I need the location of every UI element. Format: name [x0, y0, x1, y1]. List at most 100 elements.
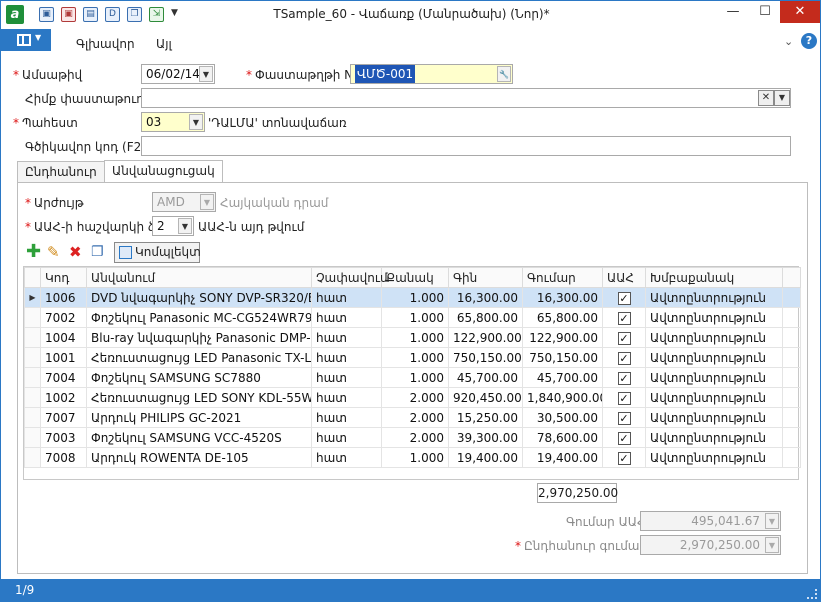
- cell-amount[interactable]: 30,500.00: [522, 407, 603, 428]
- row-indicator[interactable]: [24, 307, 41, 328]
- cell-unit[interactable]: հատ: [311, 387, 382, 408]
- cell-code[interactable]: 7002: [40, 307, 87, 328]
- cell-unit[interactable]: հատ: [311, 447, 382, 468]
- cell-name[interactable]: Փոշեկուլ SAMSUNG SC7880: [86, 367, 312, 388]
- cell-price[interactable]: 65,800.00: [448, 307, 523, 328]
- vat-checkbox[interactable]: ✓: [617, 391, 631, 405]
- cell-code[interactable]: 7007: [40, 407, 87, 428]
- cell-qty[interactable]: 2.000: [381, 407, 449, 428]
- vat-method-field[interactable]: 2 ▼: [152, 216, 194, 236]
- table-row[interactable]: 1001 Հեռուստացույց LED Panasonic TX-LR...…: [24, 347, 801, 368]
- cell-qty[interactable]: 1.000: [381, 447, 449, 468]
- cell-code[interactable]: 1006: [40, 287, 87, 308]
- cell-code[interactable]: 1004: [40, 327, 87, 348]
- cell-batch[interactable]: Ավտոընտրություն: [645, 427, 783, 448]
- collapse-ribbon-icon[interactable]: ⌄: [784, 35, 793, 48]
- cell-name[interactable]: Արդուկ PHILIPS GC-2021: [86, 407, 312, 428]
- table-row[interactable]: 7004 Փոշեկուլ SAMSUNG SC7880 հատ 1.000 45,70…: [24, 367, 801, 388]
- row-indicator[interactable]: [24, 347, 41, 368]
- cell-amount[interactable]: 1,840,900.00: [522, 387, 603, 408]
- cell-code[interactable]: 1002: [40, 387, 87, 408]
- cell-code[interactable]: 1001: [40, 347, 87, 368]
- table-row[interactable]: 7003 Փոշեկուլ SAMSUNG VCC-4520S հատ 2.000 39…: [24, 427, 801, 448]
- cell-vat[interactable]: ✓: [602, 347, 646, 368]
- maximize-button[interactable]: ☐: [749, 1, 781, 23]
- column-header-price[interactable]: Գին: [448, 267, 523, 288]
- cell-batch[interactable]: Ավտոընտրություն: [645, 367, 783, 388]
- cell-unit[interactable]: հատ: [311, 347, 382, 368]
- table-row[interactable]: 7007 Արդուկ PHILIPS GC-2021 հատ 2.000 15,250…: [24, 407, 801, 428]
- cell-name[interactable]: Արդուկ ROWENTA DE-105: [86, 447, 312, 468]
- cell-vat[interactable]: ✓: [602, 387, 646, 408]
- cell-qty[interactable]: 1.000: [381, 347, 449, 368]
- vat-amount-field[interactable]: 495,041.67 ▼: [640, 511, 781, 531]
- wrench-icon[interactable]: 🔧: [497, 66, 511, 82]
- cell-qty[interactable]: 2.000: [381, 387, 449, 408]
- cell-unit[interactable]: հատ: [311, 327, 382, 348]
- row-indicator[interactable]: [24, 327, 41, 348]
- menu-item-main[interactable]: Գլխավոր: [76, 37, 135, 51]
- edit-row-icon[interactable]: ✎: [47, 243, 60, 261]
- vat-checkbox[interactable]: ✓: [617, 451, 631, 465]
- cell-batch[interactable]: Ավտոընտրություն: [645, 447, 783, 468]
- warehouse-dropdown-icon[interactable]: ▼: [189, 114, 203, 130]
- menu-item-other[interactable]: Այլ: [156, 37, 172, 51]
- cell-name[interactable]: Հեռուստացույց LED Panasonic TX-LR...: [86, 347, 312, 368]
- cell-name[interactable]: Blu-ray նվագարկիչ Panasonic DMP-B...: [86, 327, 312, 348]
- resize-grip-icon[interactable]: [807, 589, 817, 599]
- cell-qty[interactable]: 1.000: [381, 307, 449, 328]
- vat-checkbox[interactable]: ✓: [617, 431, 631, 445]
- cell-vat[interactable]: ✓: [602, 287, 646, 308]
- cell-amount[interactable]: 65,800.00: [522, 307, 603, 328]
- cell-amount[interactable]: 78,600.00: [522, 427, 603, 448]
- cell-batch[interactable]: Ավտոընտրություն: [645, 307, 783, 328]
- column-header-code[interactable]: Կոդ: [40, 267, 87, 288]
- close-button[interactable]: ✕: [780, 1, 820, 23]
- cell-vat[interactable]: ✓: [602, 367, 646, 388]
- add-row-icon[interactable]: ✚: [26, 243, 41, 261]
- cell-unit[interactable]: հատ: [311, 407, 382, 428]
- vat-checkbox[interactable]: ✓: [617, 331, 631, 345]
- cell-amount[interactable]: 750,150.00: [522, 347, 603, 368]
- cell-price[interactable]: 45,700.00: [448, 367, 523, 388]
- cell-amount[interactable]: 19,400.00: [522, 447, 603, 468]
- vat-method-dropdown-icon[interactable]: ▼: [178, 218, 192, 234]
- currency-dropdown-icon[interactable]: ▼: [200, 194, 214, 210]
- cell-vat[interactable]: ✓: [602, 447, 646, 468]
- cell-unit[interactable]: հատ: [311, 367, 382, 388]
- cell-amount[interactable]: 16,300.00: [522, 287, 603, 308]
- cell-qty[interactable]: 2.000: [381, 427, 449, 448]
- help-icon[interactable]: ?: [801, 33, 817, 49]
- cell-code[interactable]: 7004: [40, 367, 87, 388]
- vat-checkbox[interactable]: ✓: [617, 351, 631, 365]
- date-field[interactable]: 06/02/14 ▼: [141, 64, 215, 84]
- vat-amount-dropdown-icon[interactable]: ▼: [765, 513, 779, 529]
- cell-batch[interactable]: Ավտոընտրություն: [645, 287, 783, 308]
- cell-batch[interactable]: Ավտոընտրություն: [645, 327, 783, 348]
- cell-batch[interactable]: Ավտոընտրություն: [645, 407, 783, 428]
- cell-vat[interactable]: ✓: [602, 307, 646, 328]
- warehouse-field[interactable]: 03 ▼: [141, 112, 205, 132]
- cell-price[interactable]: 920,450.00: [448, 387, 523, 408]
- table-row[interactable]: 7008 Արդուկ ROWENTA DE-105 հատ 1.000 19,400.…: [24, 447, 801, 468]
- cell-code[interactable]: 7003: [40, 427, 87, 448]
- minimize-button[interactable]: —: [717, 1, 749, 23]
- cell-qty[interactable]: 1.000: [381, 367, 449, 388]
- column-header-batch[interactable]: Խմբաքանակ: [645, 267, 783, 288]
- copy-row-icon[interactable]: ❐: [91, 244, 104, 260]
- delete-row-icon[interactable]: ✖: [69, 243, 82, 261]
- vat-checkbox[interactable]: ✓: [617, 371, 631, 385]
- table-row[interactable]: 1004 Blu-ray նվագարկիչ Panasonic DMP-B...…: [24, 327, 801, 348]
- main-menu-button[interactable]: ▼: [1, 29, 51, 51]
- row-indicator[interactable]: [24, 367, 41, 388]
- complete-button[interactable]: Կոմպլեկտ: [114, 242, 201, 263]
- row-indicator[interactable]: [24, 407, 41, 428]
- row-indicator[interactable]: ▶: [24, 287, 41, 308]
- column-header-quantity[interactable]: Քանակ: [381, 267, 449, 288]
- cell-qty[interactable]: 1.000: [381, 327, 449, 348]
- base-document-field[interactable]: [141, 88, 791, 108]
- cell-price[interactable]: 15,250.00: [448, 407, 523, 428]
- cell-batch[interactable]: Ավտոընտրություն: [645, 387, 783, 408]
- cell-qty[interactable]: 1.000: [381, 287, 449, 308]
- cell-name[interactable]: Փոշեկուլ SAMSUNG VCC-4520S: [86, 427, 312, 448]
